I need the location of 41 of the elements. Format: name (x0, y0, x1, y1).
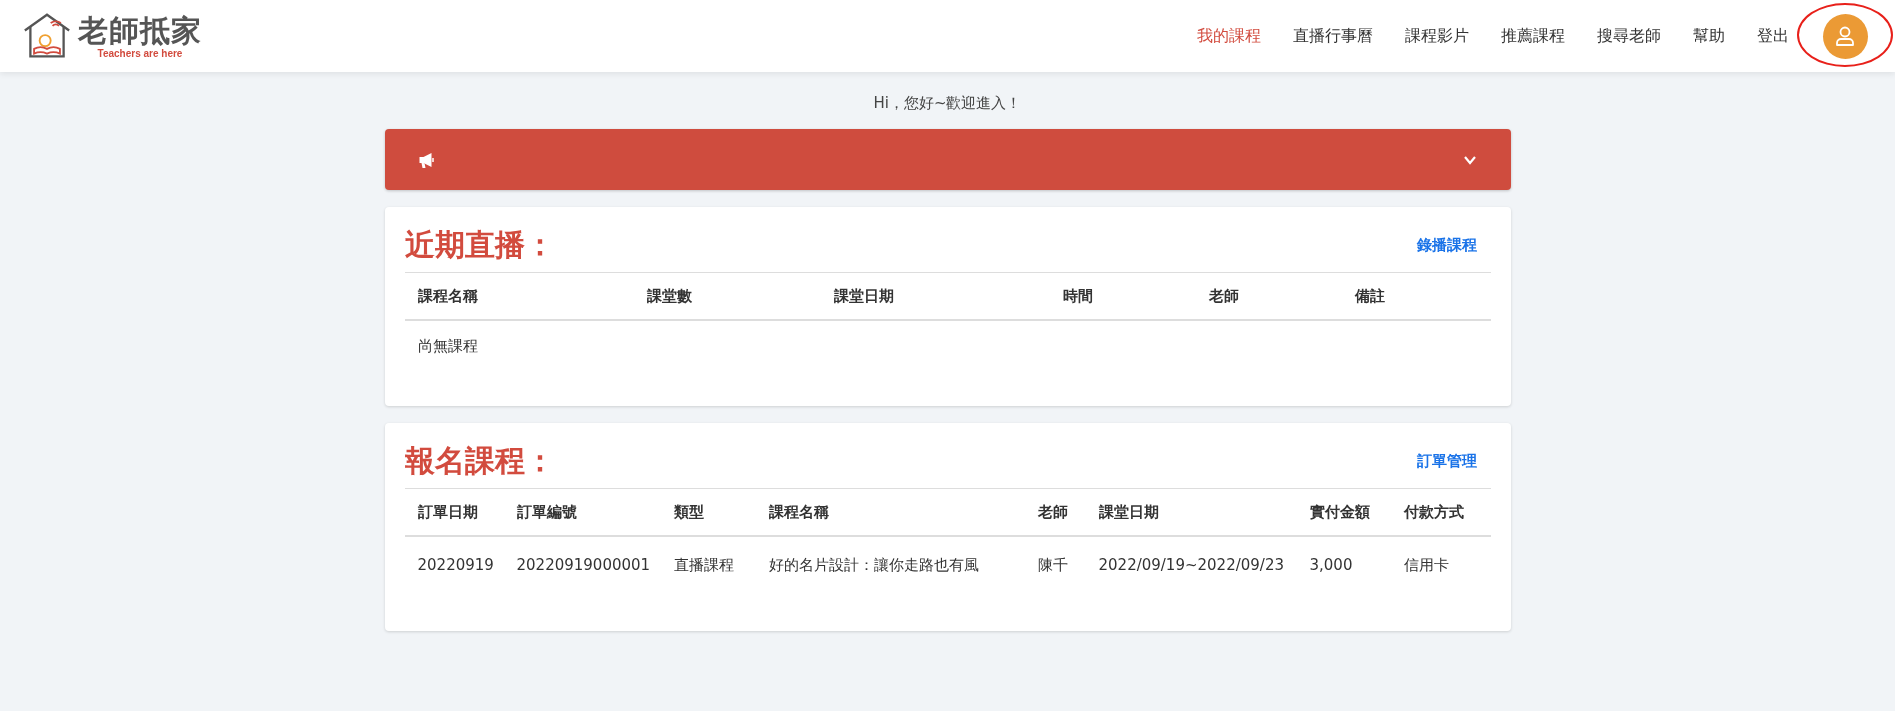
table-cell-text: 20220919000001 (516, 556, 652, 574)
logo-title: 老師抵家 (78, 13, 202, 48)
column-header: 訂單編號 (516, 502, 578, 522)
nav-link[interactable]: 直播行事曆 (1293, 25, 1373, 47)
table-cell-text: 好的名片設計：讓你走路也有風 (768, 555, 980, 575)
section-link[interactable]: 錄播課程 (1416, 236, 1477, 255)
empty-message: 尚無課程 (416, 336, 479, 357)
nav-link[interactable]: 推薦課程 (1501, 25, 1565, 47)
avatar-button[interactable] (1822, 13, 1868, 59)
column-header: 課程名稱 (417, 286, 479, 306)
column-header: 訂單日期 (417, 502, 479, 522)
table-cell-text: 2022/09/19~2022/09/23 (1098, 556, 1285, 574)
nav-link[interactable]: 搜尋老師 (1597, 25, 1661, 47)
logo-link[interactable]: 老師抵家 Teachers are here (78, 13, 202, 59)
section-title: 近期直播： (404, 226, 555, 264)
column-header: 時間 (1062, 286, 1094, 306)
nav-link[interactable]: 登出 (1757, 25, 1789, 47)
column-header: 課堂日期 (1098, 502, 1160, 522)
column-header: 備註 (1354, 286, 1386, 306)
column-header: 老師 (1208, 286, 1240, 306)
column-header: 課程名稱 (768, 502, 830, 522)
section-title: 報名課程： (404, 442, 555, 480)
column-header: 實付金額 (1309, 502, 1371, 522)
table-cell-text: 3,000 (1309, 556, 1354, 574)
table-cell-text: 陳千 (1037, 555, 1069, 575)
table-cell-text: 20220919 (417, 556, 495, 574)
user-icon (1833, 24, 1857, 48)
logo-tagline: Teachers are here (97, 47, 183, 59)
welcome-text: Hi，您好~歡迎進入！ (872, 94, 1023, 113)
column-header: 付款方式 (1403, 502, 1465, 522)
table-cell-text: 信用卡 (1403, 555, 1450, 575)
column-header: 類型 (673, 502, 705, 522)
nav-link[interactable]: 我的課程 (1197, 25, 1261, 47)
nav-link[interactable]: 課程影片 (1405, 25, 1469, 47)
house-book-icon (22, 12, 72, 60)
column-header: 課堂數 (646, 286, 693, 306)
column-header: 老師 (1037, 502, 1069, 522)
section-link[interactable]: 訂單管理 (1416, 452, 1477, 471)
nav-link[interactable]: 幫助 (1693, 25, 1725, 47)
column-header: 課堂日期 (833, 286, 895, 306)
table-cell-text: 直播課程 (673, 555, 735, 575)
